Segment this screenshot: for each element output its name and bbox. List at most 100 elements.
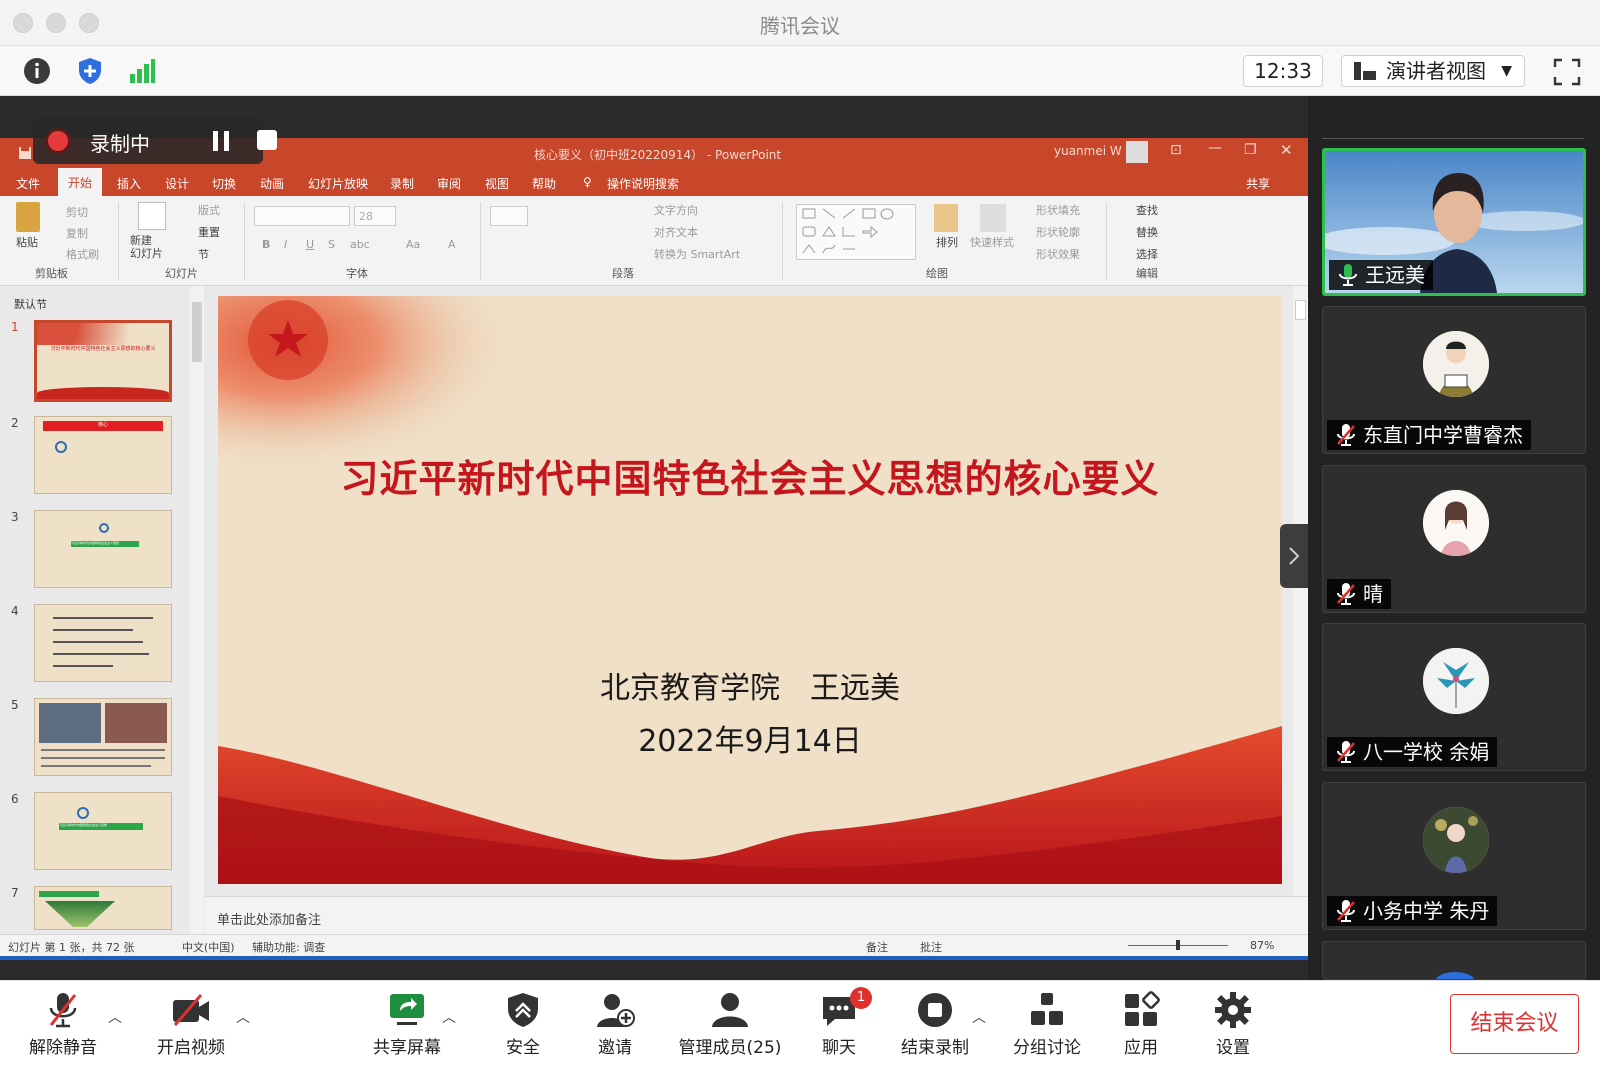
menu-view[interactable]: 视图 (485, 175, 509, 192)
slide-thumbnail-4[interactable] (34, 604, 172, 682)
slide-thumbnail-6[interactable]: 习近平新时代中国特色社会主义思想 (34, 792, 172, 870)
stop-recording-button[interactable]: 结束录制 (892, 981, 978, 1068)
participant-name: 王远美 (1365, 263, 1425, 287)
close-icon[interactable]: ✕ (1280, 141, 1293, 159)
section-button[interactable]: 节 (198, 246, 209, 262)
share-screen-button[interactable]: 共享屏幕 (364, 981, 450, 1068)
collapse-sidebar-button[interactable] (1280, 524, 1308, 588)
video-tile[interactable]: 小务中学 朱丹 (1322, 782, 1586, 930)
chevron-up-icon[interactable]: ︿ (108, 1007, 122, 1027)
video-tile[interactable]: 王远美 (1322, 148, 1586, 296)
layout-button[interactable]: 版式 (198, 202, 220, 218)
menu-record[interactable]: 录制 (390, 175, 414, 192)
slide-thumbnail-7[interactable] (34, 886, 172, 930)
font-color-icon[interactable]: A (448, 238, 456, 251)
menu-transitions[interactable]: 切换 (212, 175, 236, 192)
menu-search[interactable]: 操作说明搜索 (607, 175, 679, 192)
reset-button[interactable]: 重置 (198, 224, 220, 240)
replace-button[interactable]: 替换 (1136, 224, 1158, 240)
notes-pane[interactable]: 单击此处添加备注 (205, 896, 1308, 934)
apps-label: 应用 (1124, 1038, 1158, 1058)
stop-recording-icon[interactable] (257, 130, 277, 150)
menu-slideshow[interactable]: 幻灯片放映 (308, 175, 368, 192)
signal-strength-icon[interactable] (127, 56, 157, 86)
menu-review[interactable]: 审阅 (437, 175, 461, 192)
view-mode-dropdown[interactable]: 演讲者视图 ▼ (1341, 55, 1525, 87)
unmute-button[interactable]: 解除静音 (20, 981, 106, 1068)
video-tile[interactable]: 八一学校 余娟 (1322, 623, 1586, 771)
find-button[interactable]: 查找 (1136, 202, 1158, 218)
slide-thumbnail-5[interactable] (34, 698, 172, 776)
shadow-icon[interactable]: S (328, 238, 335, 251)
chevron-up-icon[interactable]: ︿ (236, 1007, 250, 1027)
apps-button[interactable]: 应用 (1098, 981, 1184, 1068)
underline-icon[interactable]: U (306, 238, 314, 251)
bold-icon[interactable]: B (262, 238, 270, 251)
italic-icon[interactable]: I (284, 238, 287, 251)
slide-thumbnail-pane: 默认节 1 习近平新时代中国特色社会主义思想的核心要义 2 核心 3 习近平新时… (0, 286, 205, 934)
chevron-down-icon: ▼ (1501, 63, 1512, 79)
arrange-button[interactable]: 排列 (936, 234, 958, 250)
manage-members-button[interactable]: 管理成员(25) (668, 981, 792, 1068)
select-button[interactable]: 选择 (1136, 246, 1158, 262)
info-icon[interactable] (22, 56, 52, 86)
text-direction-button[interactable]: 文字方向 (654, 202, 698, 218)
align-text-button[interactable]: 对齐文本 (654, 224, 698, 240)
font-name-input[interactable] (254, 206, 350, 226)
shield-icon[interactable] (75, 56, 105, 86)
shape-outline-button[interactable]: 形状轮廓 (1036, 224, 1080, 240)
minimize-icon[interactable]: — (1208, 140, 1222, 156)
change-case-icon[interactable]: Aa (406, 238, 420, 251)
format-painter-button[interactable]: 格式刷 (66, 246, 99, 262)
slide-thumbnail-2[interactable]: 核心 (34, 416, 172, 494)
ribbon-display-icon[interactable]: ⊡ (1170, 142, 1182, 158)
save-icon[interactable] (18, 146, 32, 160)
new-slide-button[interactable]: 新建 幻灯片 (130, 234, 163, 260)
restore-icon[interactable]: ❐ (1244, 142, 1257, 158)
zoom-level[interactable]: 87% (1250, 939, 1274, 952)
security-button[interactable]: 安全 (480, 981, 566, 1068)
comments-toggle[interactable]: 批注 (920, 939, 942, 955)
start-video-button[interactable]: 开启视频 (148, 981, 234, 1068)
shape-fill-button[interactable]: 形状填充 (1036, 202, 1080, 218)
slide-thumbnail-3[interactable]: 习近平新时代中国特色社会主义思想 (34, 510, 172, 588)
user-avatar[interactable] (1126, 141, 1148, 163)
settings-button[interactable]: 设置 (1190, 981, 1276, 1068)
paste-button[interactable]: 粘贴 (16, 234, 38, 250)
language-status[interactable]: 中文(中国) (182, 939, 235, 955)
shapes-gallery[interactable] (796, 204, 916, 260)
menu-home[interactable]: 开始 (58, 168, 103, 196)
thumbnail-scrollbar[interactable] (190, 286, 204, 934)
accessibility-status[interactable]: 辅助功能: 调查 (252, 939, 325, 955)
menu-insert[interactable]: 插入 (117, 175, 141, 192)
shape-effects-button[interactable]: 形状效果 (1036, 246, 1080, 262)
current-slide[interactable]: 习近平新时代中国特色社会主义思想的核心要义 北京教育学院 王远美 2022年9月… (218, 296, 1282, 884)
chevron-up-icon[interactable]: ︿ (972, 1007, 986, 1027)
quick-styles-button[interactable]: 快速样式 (970, 234, 1014, 250)
notes-toggle[interactable]: 备注 (866, 939, 888, 955)
strikethrough-icon[interactable]: abc (350, 238, 370, 251)
menu-help[interactable]: 帮助 (532, 175, 556, 192)
breakout-rooms-button[interactable]: 分组讨论 (1004, 981, 1090, 1068)
font-size-input[interactable]: 28 (354, 206, 396, 226)
menu-file[interactable]: 文件 (16, 175, 40, 192)
menu-design[interactable]: 设计 (165, 175, 189, 192)
invite-label: 邀请 (598, 1038, 632, 1058)
fullscreen-icon[interactable] (1553, 58, 1581, 86)
video-tile[interactable]: 东直门中学曹睿杰 (1322, 306, 1586, 454)
slide-thumbnail-1[interactable]: 习近平新时代中国特色社会主义思想的核心要义 (34, 320, 172, 402)
pause-recording-icon[interactable] (211, 131, 231, 151)
slide-scrollbar[interactable] (1293, 286, 1308, 896)
menu-animations[interactable]: 动画 (260, 175, 284, 192)
bullets-dropdown[interactable] (490, 206, 528, 226)
video-tile[interactable]: 晴 (1322, 465, 1586, 613)
invite-button[interactable]: 邀请 (572, 981, 658, 1068)
end-meeting-button[interactable]: 结束会议 (1450, 994, 1579, 1054)
video-tile[interactable] (1322, 941, 1586, 980)
convert-smartart-button[interactable]: 转换为 SmartArt (654, 246, 740, 262)
cut-button[interactable]: 剪切 (66, 204, 88, 220)
share-button[interactable]: 共享 (1246, 175, 1270, 192)
chevron-up-icon[interactable]: ︿ (442, 1007, 456, 1027)
copy-button[interactable]: 复制 (66, 225, 88, 241)
zoom-slider-thumb[interactable] (1176, 940, 1180, 950)
